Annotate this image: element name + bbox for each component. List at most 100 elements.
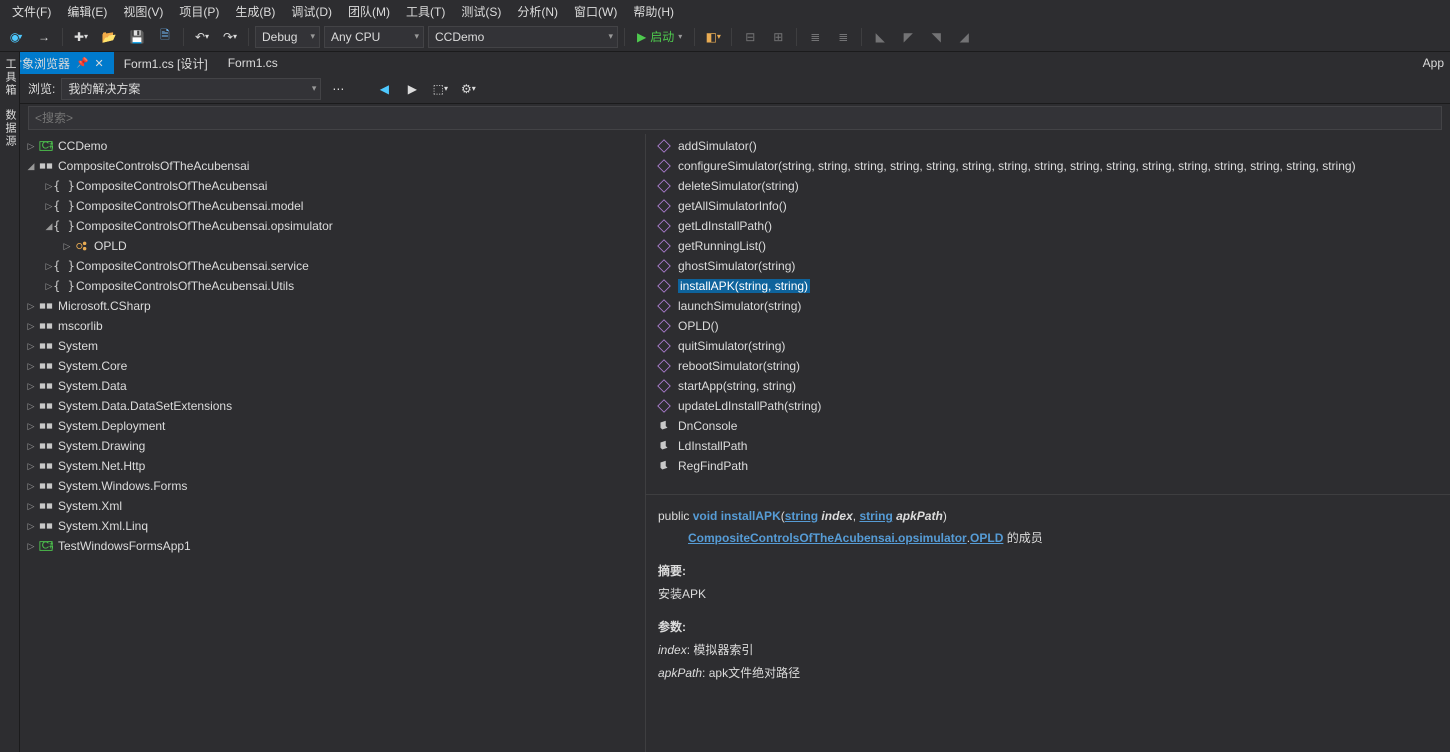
nav-back-button[interactable]: ◉ ▾ xyxy=(4,26,28,48)
open-button[interactable]: 📂 xyxy=(97,26,121,48)
member-item[interactable]: LdInstallPath xyxy=(646,436,1450,456)
menu-item[interactable]: 分析(N) xyxy=(509,1,566,22)
member-item[interactable]: RegFindPath xyxy=(646,456,1450,476)
expand-icon[interactable]: ▷ xyxy=(24,421,38,432)
expand-icon[interactable]: ▷ xyxy=(24,441,38,452)
tree-node[interactable]: ▷System.Core xyxy=(20,356,645,376)
close-icon[interactable]: ✕ xyxy=(94,57,103,70)
menu-item[interactable]: 工具(T) xyxy=(398,1,453,22)
save-all-button[interactable]: 🗎 xyxy=(153,26,177,48)
tab-form-code[interactable]: Form1.cs xyxy=(218,53,288,73)
expand-icon[interactable]: ▷ xyxy=(24,141,38,152)
menu-item[interactable]: 调试(D) xyxy=(283,1,340,22)
expand-icon[interactable]: ▷ xyxy=(24,381,38,392)
tree-node[interactable]: ▷C#TestWindowsFormsApp1 xyxy=(20,536,645,556)
tree-node[interactable]: ▷System.Data.DataSetExtensions xyxy=(20,396,645,416)
tree-node[interactable]: ◢CompositeControlsOfTheAcubensai xyxy=(20,156,645,176)
start-debug-button[interactable]: ▶ 启动 ▾ xyxy=(631,26,688,47)
settings-icon[interactable]: ⚙▾ xyxy=(457,78,479,100)
member-item[interactable]: getLdInstallPath() xyxy=(646,216,1450,236)
browser-link-button[interactable]: ◧▾ xyxy=(701,26,725,48)
tab-form-design[interactable]: Form1.cs [设计] xyxy=(114,52,218,75)
new-item-button[interactable]: ✚▾ xyxy=(69,26,93,48)
expand-icon[interactable]: ◢ xyxy=(24,161,38,172)
member-icon xyxy=(656,319,672,333)
tab-overflow[interactable]: App xyxy=(1423,56,1450,70)
save-button[interactable]: 💾 xyxy=(125,26,149,48)
tree-node[interactable]: ▷{ }CompositeControlsOfTheAcubensai.Util… xyxy=(20,276,645,296)
sidetab-datasources[interactable]: 数据源 xyxy=(0,103,20,154)
tree-node[interactable]: ▷{ }CompositeControlsOfTheAcubensai.serv… xyxy=(20,256,645,276)
tree-node[interactable]: ▷OPLD xyxy=(20,236,645,256)
member-item[interactable]: quitSimulator(string) xyxy=(646,336,1450,356)
tree-node[interactable]: ▷System.Xml xyxy=(20,496,645,516)
member-item[interactable]: startApp(string, string) xyxy=(646,376,1450,396)
member-item[interactable]: getAllSimulatorInfo() xyxy=(646,196,1450,216)
expand-icon[interactable]: ▷ xyxy=(24,321,38,332)
expand-icon[interactable]: ▷ xyxy=(24,541,38,552)
member-item[interactable]: updateLdInstallPath(string) xyxy=(646,396,1450,416)
view-namespace-icon[interactable]: ⬚▾ xyxy=(429,78,451,100)
scope-dropdown[interactable]: 我的解决方案 xyxy=(61,78,321,100)
menu-item[interactable]: 项目(P) xyxy=(171,1,227,22)
nav-fwd-button[interactable]: → xyxy=(32,26,56,48)
expand-icon[interactable]: ▷ xyxy=(24,481,38,492)
member-list[interactable]: addSimulator()configureSimulator(string,… xyxy=(646,134,1450,494)
nav-fwd-icon[interactable]: ▶ xyxy=(401,78,423,100)
expand-icon[interactable]: ▷ xyxy=(60,241,74,252)
menu-item[interactable]: 生成(B) xyxy=(227,1,283,22)
owner-namespace-link[interactable]: CompositeControlsOfTheAcubensai.opsimula… xyxy=(688,531,967,545)
tree-node[interactable]: ▷Microsoft.CSharp xyxy=(20,296,645,316)
startup-project-dropdown[interactable]: CCDemo xyxy=(428,26,618,48)
tree-node[interactable]: ▷System.Deployment xyxy=(20,416,645,436)
menu-item[interactable]: 窗口(W) xyxy=(566,1,625,22)
platform-dropdown[interactable]: Any CPU xyxy=(324,26,424,48)
sidetab-toolbox[interactable]: 工具箱 xyxy=(0,52,20,103)
expand-icon[interactable]: ▷ xyxy=(24,461,38,472)
member-item[interactable]: addSimulator() xyxy=(646,136,1450,156)
pin-icon[interactable]: 📌 xyxy=(76,58,88,69)
tree-node[interactable]: ◢{ }CompositeControlsOfTheAcubensai.opsi… xyxy=(20,216,645,236)
search-input[interactable] xyxy=(35,111,1435,125)
namespace-tree[interactable]: ▷C#CCDemo◢CompositeControlsOfTheAcubensa… xyxy=(20,134,645,752)
expand-icon[interactable]: ▷ xyxy=(24,301,38,312)
expand-icon[interactable]: ▷ xyxy=(24,501,38,512)
tree-node[interactable]: ▷System.Data xyxy=(20,376,645,396)
member-item[interactable]: configureSimulator(string, string, strin… xyxy=(646,156,1450,176)
tree-node[interactable]: ▷C#CCDemo xyxy=(20,136,645,156)
menu-item[interactable]: 编辑(E) xyxy=(59,1,115,22)
tree-node[interactable]: ▷System.Net.Http xyxy=(20,456,645,476)
menu-item[interactable]: 文件(F) xyxy=(4,1,59,22)
member-item[interactable]: deleteSimulator(string) xyxy=(646,176,1450,196)
member-item[interactable]: OPLD() xyxy=(646,316,1450,336)
expand-icon[interactable]: ▷ xyxy=(24,521,38,532)
menu-item[interactable]: 测试(S) xyxy=(453,1,509,22)
nav-back-icon[interactable]: ◀ xyxy=(373,78,395,100)
member-item[interactable]: installAPK(string, string) xyxy=(646,276,1450,296)
menu-item[interactable]: 视图(V) xyxy=(115,1,171,22)
tree-node[interactable]: ▷mscorlib xyxy=(20,316,645,336)
tree-node[interactable]: ▷{ }CompositeControlsOfTheAcubensai.mode… xyxy=(20,196,645,216)
redo-button[interactable]: ↷▾ xyxy=(218,26,242,48)
menu-item[interactable]: 团队(M) xyxy=(340,1,398,22)
expand-icon[interactable]: ▷ xyxy=(24,361,38,372)
owner-class-link[interactable]: OPLD xyxy=(970,531,1003,545)
member-item[interactable]: ghostSimulator(string) xyxy=(646,256,1450,276)
undo-button[interactable]: ↶▾ xyxy=(190,26,214,48)
member-item[interactable]: launchSimulator(string) xyxy=(646,296,1450,316)
tree-node[interactable]: ▷System.Xml.Linq xyxy=(20,516,645,536)
config-dropdown[interactable]: Debug xyxy=(255,26,320,48)
scope-options-button[interactable]: ⋯ xyxy=(327,78,349,100)
search-box[interactable] xyxy=(28,106,1442,130)
tree-node[interactable]: ▷System xyxy=(20,336,645,356)
member-item[interactable]: getRunningList() xyxy=(646,236,1450,256)
document-tabs: 对象浏览器 📌 ✕ Form1.cs [设计] Form1.cs App xyxy=(0,52,1450,74)
expand-icon[interactable]: ▷ xyxy=(24,341,38,352)
tree-node[interactable]: ▷System.Windows.Forms xyxy=(20,476,645,496)
tree-node[interactable]: ▷System.Drawing xyxy=(20,436,645,456)
member-item[interactable]: rebootSimulator(string) xyxy=(646,356,1450,376)
menu-item[interactable]: 帮助(H) xyxy=(625,1,682,22)
tree-node[interactable]: ▷{ }CompositeControlsOfTheAcubensai xyxy=(20,176,645,196)
expand-icon[interactable]: ▷ xyxy=(24,401,38,412)
member-item[interactable]: DnConsole xyxy=(646,416,1450,436)
